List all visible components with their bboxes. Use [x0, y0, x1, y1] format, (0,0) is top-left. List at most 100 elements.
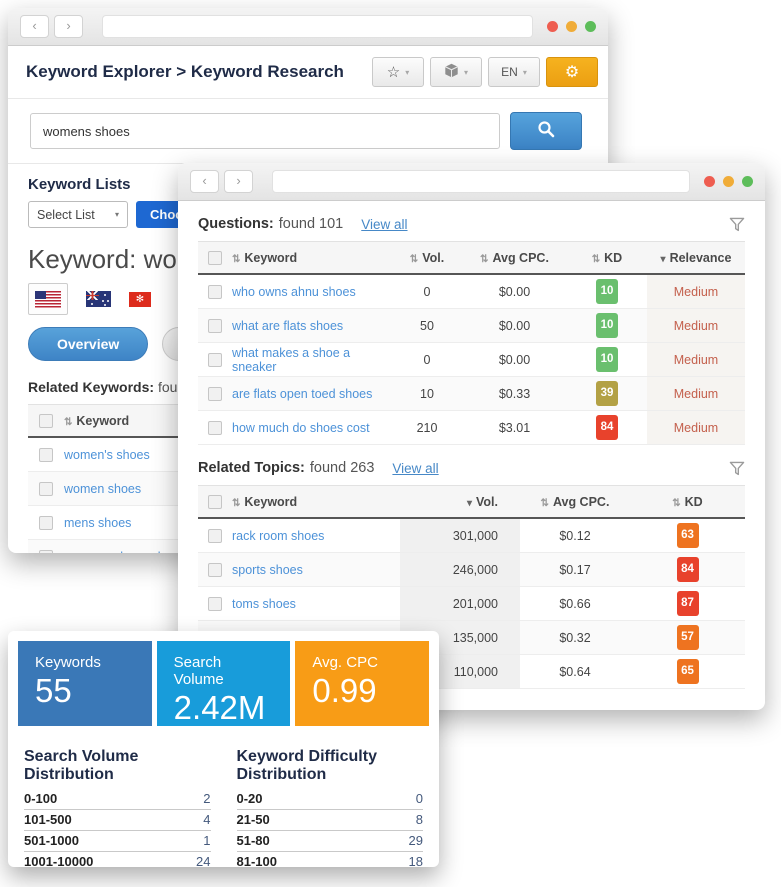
hong-kong-flag-icon[interactable]: ✻ [129, 292, 151, 307]
list-item: 81-100 18 [237, 852, 424, 867]
australia-flag-icon[interactable] [86, 291, 111, 307]
url-bar[interactable] [272, 170, 690, 193]
row-checkbox[interactable] [39, 482, 53, 496]
table-row: are flats open toed shoes 10 $0.33 39 Me… [198, 377, 745, 411]
volume-value: 10 [392, 387, 462, 401]
cpc-value: $0.17 [520, 563, 630, 577]
keyword-link[interactable]: who owns ahnu shoes [232, 285, 356, 299]
language-label: EN [501, 65, 518, 79]
table-row: rack room shoes 301,000 $0.12 63 [198, 519, 745, 553]
list-item: 101-500 4 [24, 810, 211, 831]
maximize-window-icon[interactable] [742, 176, 753, 187]
view-all-link[interactable]: View all [392, 461, 438, 476]
keyword-search-input[interactable] [30, 113, 500, 149]
column-header-cpc[interactable]: ⇅Avg CPC. [462, 251, 567, 265]
row-checkbox[interactable] [208, 285, 222, 299]
chevron-down-icon: ▾ [405, 68, 409, 77]
column-header-kd[interactable]: ⇅KD [630, 495, 745, 509]
select-list-dropdown[interactable]: Select List ▾ [28, 201, 128, 228]
column-header-relevance[interactable]: ▾Relevance [647, 251, 745, 265]
language-dropdown-button[interactable]: EN ▾ [488, 57, 540, 87]
url-bar[interactable] [102, 15, 533, 38]
keyword-link[interactable]: what are flats shoes [232, 319, 343, 333]
kd-badge: 10 [596, 279, 618, 304]
maximize-window-icon[interactable] [585, 21, 596, 32]
stat-value: 55 [35, 674, 135, 707]
minimize-window-icon[interactable] [566, 21, 577, 32]
select-list-value: Select List [37, 208, 95, 222]
keyword-link[interactable]: sports shoes [232, 563, 303, 577]
keyword-stats-panel: Keywords 55 Search Volume 2.42M Avg. CPC… [8, 631, 439, 867]
keyword-link[interactable]: what makes a shoe a sneaker [232, 346, 350, 374]
row-checkbox[interactable] [39, 550, 53, 554]
list-item: 501-1000 1 [24, 831, 211, 852]
keyword-link[interactable]: mens shoes [64, 516, 131, 530]
page-title: Keyword Explorer > Keyword Research [26, 62, 344, 82]
stat-value: 2.42M [174, 691, 274, 724]
keyword-link[interactable]: are flats open toed shoes [232, 387, 372, 401]
favorites-dropdown-button[interactable]: ☆ ▾ [372, 57, 424, 87]
relevance-value: Medium [647, 411, 745, 444]
close-window-icon[interactable] [704, 176, 715, 187]
relevance-value: Medium [647, 309, 745, 342]
column-header-kd[interactable]: ⇅KD [567, 251, 647, 265]
view-all-link[interactable]: View all [361, 217, 407, 232]
forward-button[interactable]: › [224, 170, 253, 193]
close-window-icon[interactable] [547, 21, 558, 32]
keyword-link[interactable]: rack room shoes [232, 529, 324, 543]
keyword-link[interactable]: women shoes [64, 482, 141, 496]
row-checkbox[interactable] [208, 421, 222, 435]
kd-badge: 10 [596, 313, 618, 338]
table-row: who owns ahnu shoes 0 $0.00 10 Medium [198, 275, 745, 309]
cpc-value: $0.32 [520, 631, 630, 645]
cpc-value: $0.00 [462, 353, 567, 367]
column-header-volume[interactable]: ⇅Vol. [392, 251, 462, 265]
select-all-checkbox[interactable] [208, 251, 222, 265]
select-all-checkbox[interactable] [39, 414, 53, 428]
filter-icon[interactable] [729, 461, 745, 476]
keyword-link[interactable]: toms shoes [232, 597, 296, 611]
back-button[interactable]: ‹ [190, 170, 219, 193]
search-icon [536, 119, 556, 144]
select-all-checkbox[interactable] [208, 495, 222, 509]
row-checkbox[interactable] [208, 319, 222, 333]
keyword-link[interactable]: womens shoes uk [64, 550, 164, 554]
column-header-cpc[interactable]: ⇅Avg CPC. [520, 495, 630, 509]
row-checkbox[interactable] [208, 563, 222, 577]
minimize-window-icon[interactable] [723, 176, 734, 187]
row-checkbox[interactable] [39, 448, 53, 462]
keyword-link[interactable]: how much do shoes cost [232, 421, 370, 435]
table-row: what makes a shoe a sneaker 0 $0.00 10 M… [198, 343, 745, 377]
column-header-volume[interactable]: ▾Vol. [400, 495, 520, 509]
row-checkbox[interactable] [39, 516, 53, 530]
tab-overview[interactable]: Overview [28, 327, 148, 361]
filter-icon[interactable] [729, 217, 745, 232]
cpc-value: $0.64 [520, 665, 630, 679]
table-row: how much do shoes cost 210 $3.01 84 Medi… [198, 411, 745, 445]
header-toolbar: ☆ ▾ ▾ EN ▾ ⚙ [372, 57, 598, 87]
apps-dropdown-button[interactable]: ▾ [430, 57, 482, 87]
row-checkbox[interactable] [208, 529, 222, 543]
forward-button[interactable]: › [54, 15, 83, 38]
kd-badge: 87 [677, 591, 699, 616]
row-checkbox[interactable] [208, 597, 222, 611]
cpc-value: $0.33 [462, 387, 567, 401]
row-checkbox[interactable] [208, 353, 222, 367]
column-header-keyword[interactable]: ⇅Keyword [232, 495, 400, 509]
search-button[interactable] [510, 112, 582, 150]
column-header-keyword[interactable]: ⇅Keyword [232, 251, 392, 265]
relevance-value: Medium [647, 343, 745, 376]
back-button[interactable]: ‹ [20, 15, 49, 38]
settings-button[interactable]: ⚙ [546, 57, 598, 87]
keyword-link[interactable]: women's shoes [64, 448, 150, 462]
kd-badge: 10 [596, 347, 618, 372]
table-row: toms shoes 201,000 $0.66 87 [198, 587, 745, 621]
flag-us-selected[interactable] [28, 283, 68, 315]
kd-badge: 63 [677, 523, 699, 548]
relevance-value: Medium [647, 377, 745, 410]
row-checkbox[interactable] [208, 387, 222, 401]
list-item: 51-80 29 [237, 831, 424, 852]
kd-badge: 84 [596, 415, 618, 440]
cpc-value: $0.12 [520, 529, 630, 543]
questions-section-header: Questions: found 101 View all [178, 201, 765, 232]
